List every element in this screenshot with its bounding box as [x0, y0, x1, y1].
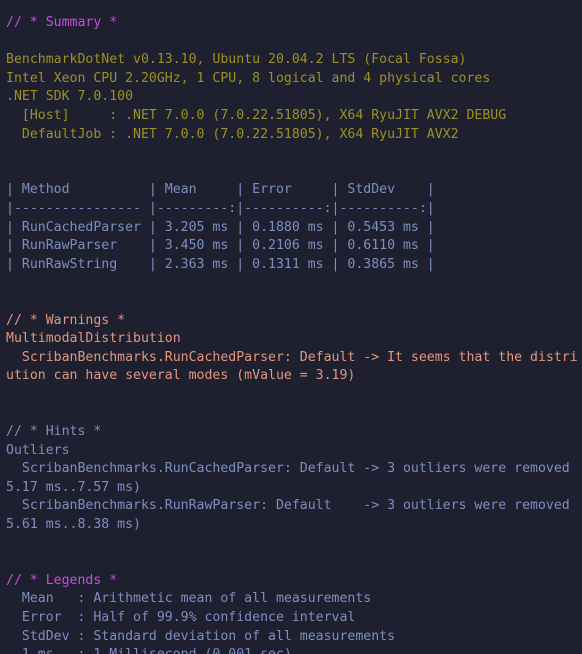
hints-title: Outliers: [6, 442, 70, 458]
warnings-body-line: ScribanBenchmarks.RunCachedParser: Defau…: [6, 349, 578, 365]
table-header-row: | Method | Mean | Error | StdDev |: [6, 182, 435, 198]
legend-entry-stddev: StdDev : Standard deviation of all measu…: [6, 628, 396, 644]
legend-entry-millisecond: 1 ms : 1 Millisecond (0.001 sec): [6, 646, 582, 654]
terminal-window[interactable]: // * Summary * BenchmarkDotNet v0.13.10,…: [0, 0, 582, 654]
warnings-header: // * Warnings *: [6, 312, 126, 328]
table-separator-row: |---------------- |---------:|----------…: [6, 200, 435, 216]
legends-header: // * Legends *: [6, 572, 118, 588]
env-line-cpu: Intel Xeon CPU 2.20GHz, 1 CPU, 8 logical…: [6, 70, 491, 86]
legend-entry-mean: Mean : Arithmetic mean of all measuremen…: [6, 591, 372, 607]
hints-outlier-line: 5.61 ms..8.38 ms): [6, 517, 141, 533]
env-line-defaultjob: DefaultJob : .NET 7.0.0 (7.0.22.51805), …: [6, 126, 459, 142]
hints-header: // * Hints *: [6, 424, 102, 440]
env-line-host: [Host] : .NET 7.0.0 (7.0.22.51805), X64 …: [6, 107, 507, 123]
hints-outlier-line: ScribanBenchmarks.RunCachedParser: Defau…: [6, 461, 570, 477]
hints-outlier-line: 5.17 ms..7.57 ms): [6, 479, 141, 495]
hints-outlier-line: ScribanBenchmarks.RunRawParser: Default …: [6, 498, 570, 514]
warnings-title: MultimodalDistribution: [6, 331, 181, 347]
legend-entry-error: Error : Half of 99.9% confidence interva…: [6, 610, 356, 625]
table-row: | RunRawParser | 3.450 ms | 0.2106 ms | …: [6, 238, 435, 254]
table-row: | RunRawString | 2.363 ms | 0.1311 ms | …: [6, 256, 435, 272]
env-line-sdk: .NET SDK 7.0.100: [6, 89, 134, 105]
env-line-benchmarkdotnet: BenchmarkDotNet v0.13.10, Ubuntu 20.04.2…: [6, 52, 467, 68]
table-row: | RunCachedParser | 3.205 ms | 0.1880 ms…: [6, 219, 435, 235]
summary-header: // * Summary *: [6, 15, 118, 30]
warnings-body-line: ution can have several modes (mValue = 3…: [6, 368, 356, 384]
